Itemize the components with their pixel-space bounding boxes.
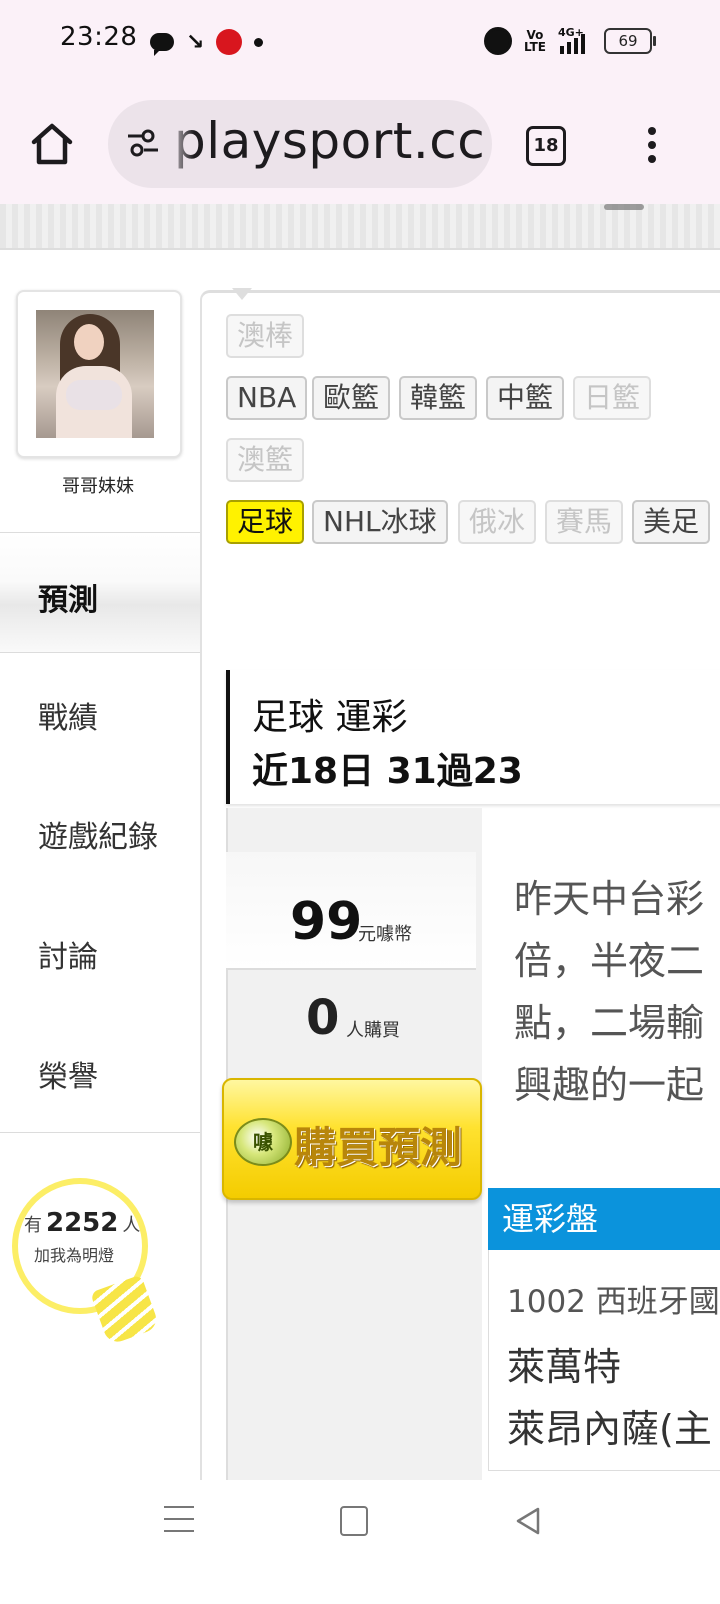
- buy-prediction-label: 購買預測: [294, 1123, 463, 1172]
- sidebar-item-label: 榮譽: [38, 1060, 98, 1095]
- description-line: 倍，半夜二: [514, 939, 705, 983]
- address-bar[interactable]: playsport.cc: [108, 100, 492, 188]
- sidebar-item-honors[interactable]: 榮譽: [0, 1012, 200, 1133]
- missed-call-icon: ↘: [186, 29, 205, 55]
- home-button-icon[interactable]: [340, 1506, 368, 1536]
- lottery-header: 運彩盤: [488, 1188, 720, 1250]
- carousel-indicator: [604, 204, 644, 210]
- browser-toolbar: playsport.cc 18: [0, 84, 720, 204]
- prediction-description: 昨天中台彩 倍，半夜二 點，二場輸 興趣的一起: [514, 868, 720, 1116]
- sidebar-item-game-history[interactable]: 遊戲紀錄: [0, 772, 200, 893]
- panel-pointer: [232, 288, 252, 300]
- app-notification-icon: [216, 29, 243, 55]
- tag-aus-basketball[interactable]: 澳籃: [226, 438, 305, 482]
- tag-euro-basketball[interactable]: 歐籃: [312, 376, 391, 420]
- coin-icon: 噱: [234, 1118, 292, 1166]
- alarm-icon: [483, 27, 512, 55]
- tag-russia-hockey[interactable]: 俄冰: [458, 500, 537, 544]
- price-box: 99 元噱幣: [226, 852, 476, 970]
- url-fade: [166, 100, 194, 188]
- section-title: 足球 運彩: [252, 697, 408, 738]
- buyers-unit: 人購買: [346, 1020, 400, 1041]
- tag-china-basketball[interactable]: 中籃: [486, 376, 565, 420]
- price-value: 99: [290, 892, 363, 952]
- username[interactable]: 哥哥妹妹: [16, 472, 180, 498]
- tag-horse-racing[interactable]: 賽馬: [545, 500, 624, 544]
- tag-nba[interactable]: NBA: [226, 376, 308, 420]
- battery-icon: 69: [604, 28, 656, 54]
- sidebar-item-record[interactable]: 戰績: [0, 652, 200, 774]
- home-icon[interactable]: [26, 118, 78, 170]
- follow-caption: 加我為明燈: [34, 1246, 115, 1265]
- buyers-count: 0: [306, 990, 340, 1046]
- lottery-match[interactable]: 1002 西班牙國 萊萬特 萊昂內薩(主: [488, 1250, 720, 1471]
- tag-nhl-hockey[interactable]: NHL冰球: [312, 500, 448, 544]
- team-away: 萊萬特: [507, 1345, 622, 1389]
- more-notifications-icon: [254, 37, 264, 47]
- page-top-banner: [0, 204, 720, 250]
- team-home: 萊昂內薩(主: [507, 1407, 712, 1451]
- overflow-menu-icon[interactable]: [642, 124, 662, 164]
- clock: 23:28: [60, 22, 138, 52]
- description-line: 興趣的一起: [514, 1063, 705, 1107]
- sidebar-item-label: 討論: [38, 940, 98, 975]
- volte-icon: Vo LTE: [523, 28, 546, 54]
- chat-icon: [150, 33, 174, 56]
- sidebar-item-label: 戰績: [38, 701, 98, 736]
- fan-count: 有 2252 人: [24, 1208, 141, 1238]
- section-header: 足球 運彩 近18日 31過23: [226, 670, 720, 804]
- signal-icon: 4G+: [558, 26, 592, 54]
- description-line: 點，二場輸: [514, 1001, 705, 1045]
- back-icon[interactable]: [514, 1506, 542, 1536]
- tag-soccer[interactable]: 足球: [226, 500, 305, 544]
- url-text[interactable]: playsport.cc: [174, 112, 485, 170]
- system-icons: Vo LTE 4G+ 69: [483, 24, 656, 58]
- battery-level: 69: [618, 32, 638, 50]
- site-settings-icon[interactable]: [126, 128, 160, 158]
- notification-icons: ↘: [150, 26, 264, 58]
- recent-apps-icon[interactable]: [164, 1506, 194, 1536]
- tab-switcher-button[interactable]: 18: [526, 126, 566, 166]
- follow-lightbulb[interactable]: 有 2252 人 加我為明燈: [12, 1178, 162, 1348]
- sidebar-item-predictions[interactable]: 預測: [0, 532, 200, 653]
- match-code: 1002 西班牙國: [507, 1284, 720, 1320]
- tag-aus-baseball[interactable]: 澳棒: [226, 314, 305, 358]
- tag-american-football[interactable]: 美足: [632, 500, 711, 544]
- buy-prediction-button[interactable]: 噱 購買預測: [222, 1078, 482, 1200]
- win-loss-record: 近18日 31過23: [252, 751, 523, 792]
- price-unit: 元噱幣: [358, 924, 412, 945]
- avatar-card[interactable]: [16, 290, 182, 458]
- tag-japan-basketball[interactable]: 日籃: [573, 376, 652, 420]
- description-line: 昨天中台彩: [514, 877, 705, 921]
- sidebar-item-discussion[interactable]: 討論: [0, 892, 200, 1013]
- sidebar-item-label: 預測: [38, 583, 98, 618]
- tag-korea-basketball[interactable]: 韓籃: [399, 376, 478, 420]
- sidebar-item-label: 遊戲紀錄: [38, 820, 158, 855]
- status-bar: 23:28 ↘ Vo LTE 4G+ 69: [0, 0, 720, 84]
- avatar[interactable]: [36, 310, 154, 438]
- system-navigation-bar: [0, 1480, 720, 1604]
